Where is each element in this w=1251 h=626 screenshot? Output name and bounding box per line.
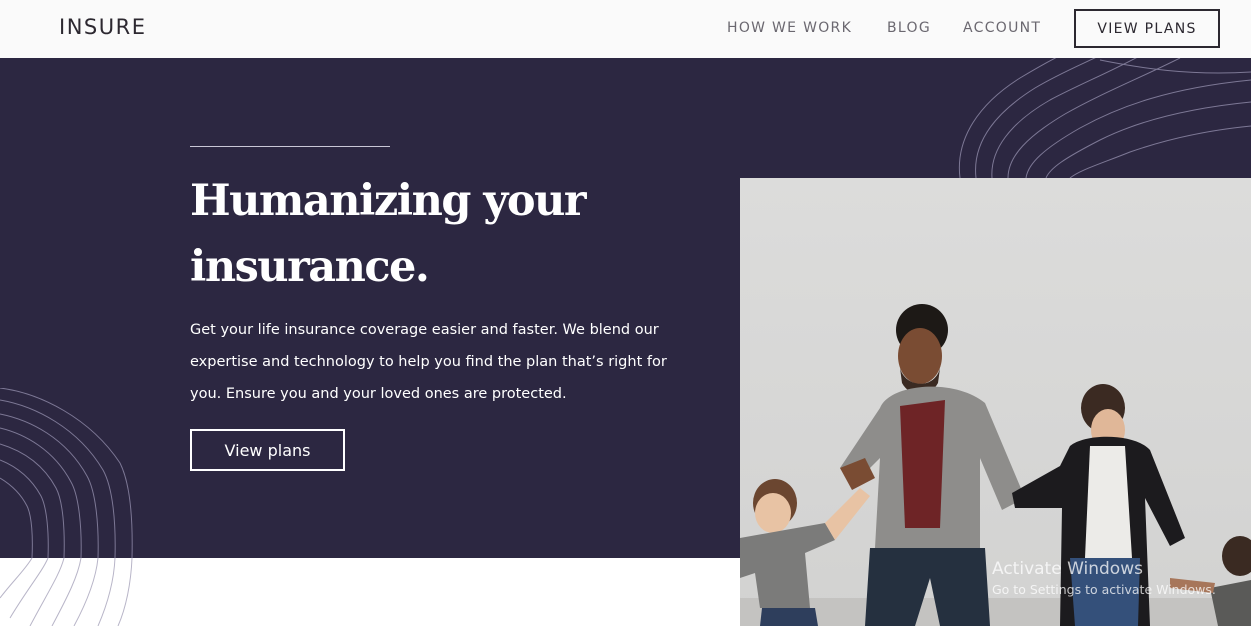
view-plans-hero-button[interactable]: View plans [190, 429, 345, 471]
logo[interactable]: INSURE [59, 15, 146, 39]
nav-link-account[interactable]: ACCOUNT [963, 20, 1041, 36]
navbar: INSURE HOW WE WORK BLOG ACCOUNT VIEW PLA… [0, 0, 1251, 58]
view-plans-nav-button[interactable]: VIEW PLANS [1074, 9, 1220, 48]
contour-pattern-left [0, 388, 133, 558]
hero-title: Humanizing your insurance. [190, 176, 587, 292]
hero-divider [190, 146, 390, 147]
nav-link-how-we-work[interactable]: HOW WE WORK [727, 20, 852, 36]
watermark-title: Activate Windows [992, 559, 1143, 579]
contour-pattern-right [958, 58, 1251, 179]
activate-windows-watermark: Activate Windows Go to Settings to activ… [992, 559, 1216, 597]
hero-description: Get your life insurance coverage easier … [190, 322, 667, 402]
watermark-subtitle: Go to Settings to activate Windows. [992, 582, 1216, 597]
nav-link-blog[interactable]: BLOG [887, 20, 931, 36]
contour-pattern-bottom [0, 558, 133, 626]
